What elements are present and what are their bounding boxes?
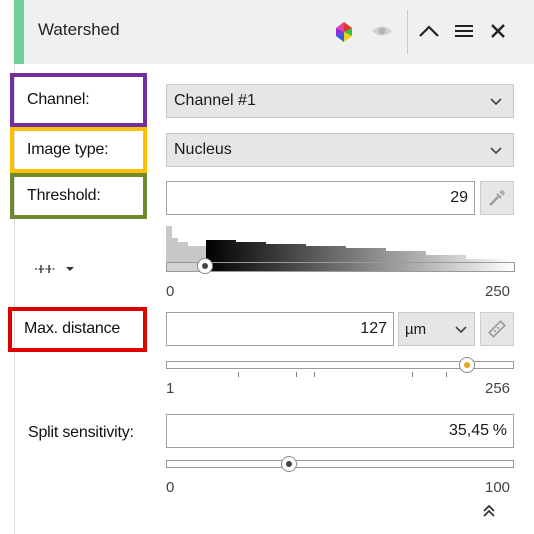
max-distance-slider-max: 256	[485, 380, 511, 397]
split-sensitivity-slider-track[interactable]	[166, 460, 514, 468]
threshold-histogram	[166, 226, 515, 272]
split-sensitivity-input[interactable]: 35,45 %	[166, 414, 514, 448]
eyedropper-icon	[487, 188, 507, 213]
color-channels-icon[interactable]	[332, 20, 356, 49]
channel-dropdown[interactable]: Channel #1	[166, 84, 514, 118]
image-type-dropdown-value: Nucleus	[174, 141, 232, 158]
collapse-up-icon[interactable]	[418, 23, 440, 44]
expand-more-icon[interactable]	[482, 503, 496, 524]
threshold-input[interactable]: 29	[166, 181, 475, 215]
panel-header: Watershed	[14, 0, 534, 64]
channel-label: Channel:	[27, 91, 90, 108]
measure-distance-button[interactable]	[480, 312, 514, 346]
slider-tick	[238, 372, 239, 377]
threshold-value: 29	[450, 189, 468, 206]
threshold-slider-thumb[interactable]	[197, 258, 213, 274]
threshold-slider-max: 250	[485, 283, 511, 300]
max-distance-label: Max. distance	[24, 320, 121, 337]
split-sensitivity-value: 35,45	[448, 422, 489, 439]
close-icon[interactable]	[490, 23, 506, 44]
menu-icon[interactable]	[455, 24, 473, 43]
slider-tick	[296, 372, 297, 377]
max-distance-unit-value: µm	[405, 321, 427, 338]
threshold-label: Threshold:	[27, 187, 101, 204]
panel-title: Watershed	[38, 20, 120, 39]
slider-tick	[412, 372, 413, 377]
threshold-picker-button[interactable]	[480, 181, 514, 215]
visibility-icon[interactable]	[371, 22, 393, 45]
max-distance-input[interactable]: 127	[166, 312, 394, 346]
split-sensitivity-slider-thumb[interactable]	[281, 456, 297, 472]
max-distance-unit-dropdown[interactable]: µm	[398, 312, 475, 346]
split-sensitivity-slider-max: 100	[485, 479, 511, 496]
range-selector-icon[interactable]	[33, 262, 77, 280]
split-sensitivity-slider-min: 0	[166, 479, 175, 496]
image-type-label: Image type:	[27, 141, 109, 158]
slider-tick	[446, 372, 447, 377]
max-distance-slider-min: 1	[166, 380, 175, 397]
chevron-down-icon	[489, 94, 503, 113]
chevron-down-icon	[489, 143, 503, 162]
header-separator	[407, 10, 408, 54]
max-distance-value: 127	[360, 320, 387, 337]
max-distance-slider-thumb[interactable]	[459, 357, 475, 373]
split-sensitivity-label: Split sensitivity:	[28, 424, 134, 441]
header-accent-bar	[14, 0, 24, 64]
threshold-slider-min: 0	[166, 283, 175, 300]
image-type-dropdown[interactable]: Nucleus	[166, 133, 514, 167]
split-sensitivity-unit: %	[492, 422, 507, 439]
channel-dropdown-value: Channel #1	[174, 92, 256, 109]
ruler-icon	[487, 319, 507, 344]
chevron-down-icon	[454, 322, 468, 341]
slider-tick	[314, 372, 315, 377]
